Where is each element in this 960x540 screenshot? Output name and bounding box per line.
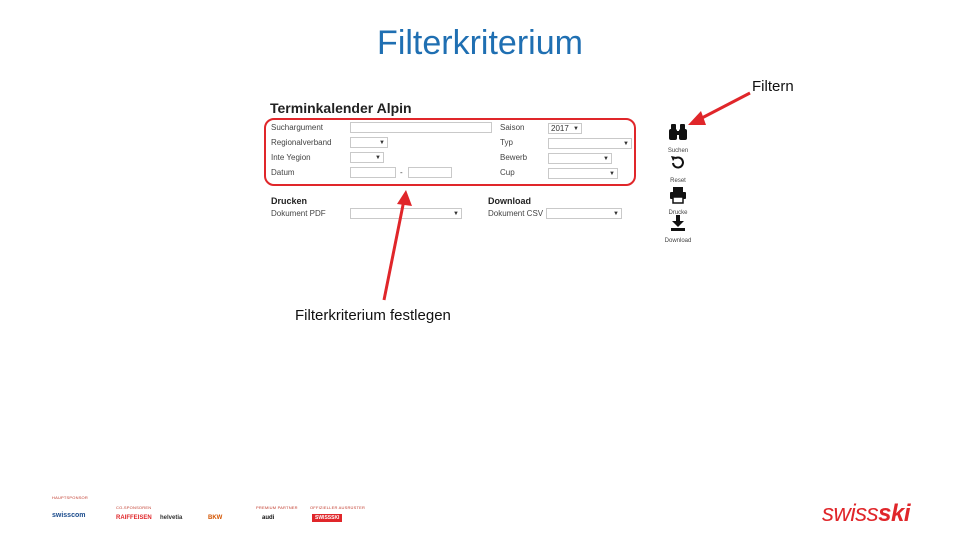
logo-raiffeisen: RAIFFEISEN: [116, 515, 152, 521]
sponsor-bar: HAUPTSPONSOR CO-SPONSOREN PREMIUM PARTNE…: [40, 493, 370, 533]
annotation-arrows: [382, 91, 751, 301]
brand-part2: ski: [878, 500, 911, 527]
sponsor-cat-main: HAUPTSPONSOR: [52, 495, 88, 500]
logo-bkw: BKW: [208, 515, 223, 521]
brand-part1: swiss: [822, 500, 879, 527]
logo-audi: audi: [262, 515, 275, 521]
arrow-head-filters: [397, 190, 412, 206]
logo-helvetia: helvetia: [160, 515, 183, 521]
logo-swissski-small: SWISSSKI: [312, 514, 343, 522]
brand-logo: swissski: [822, 500, 911, 528]
logo-swisscom: swisscom: [52, 512, 86, 519]
callout-criteria: Filterkriterium festlegen: [295, 307, 451, 324]
arrow-to-search: [697, 91, 751, 122]
sponsor-cat-co: CO-SPONSOREN: [116, 505, 152, 510]
sponsor-cat-supplier: OFFIZIELLER AUSRÜSTER: [310, 505, 366, 510]
arrow-to-filters: [382, 199, 406, 301]
sponsor-cat-premium: PREMIUM PARTNER: [256, 505, 298, 510]
arrow-head-search: [688, 111, 706, 125]
